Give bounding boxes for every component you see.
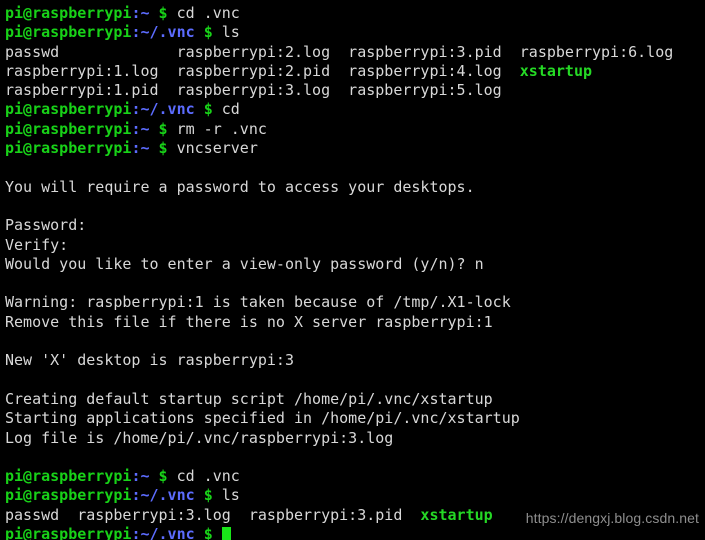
ls-entry-executable: xstartup: [519, 61, 593, 80]
prompt-user-host: pi@raspberrypi: [5, 119, 132, 138]
terminal-line: [5, 448, 705, 467]
terminal-output: pi@raspberrypi:~ $ cd .vnc pi@raspberrypi…: [5, 4, 705, 540]
command-text: cd .vnc: [167, 4, 240, 22]
prompt-path: :~/.vnc: [131, 100, 195, 119]
prompt-user-host: pi@raspberrypi: [5, 525, 132, 540]
command-text: vncserver: [167, 139, 258, 158]
output-text: Remove this file if there is no X server…: [5, 312, 493, 331]
prompt-symbol: $: [203, 525, 213, 540]
command-text: rm -r .vnc: [167, 119, 267, 138]
command-text: ls: [212, 23, 240, 42]
prompt-user-host: pi@raspberrypi: [5, 139, 132, 158]
terminal-line: Starting applications specified in /home…: [5, 409, 705, 428]
terminal-line: pi@raspberrypi:~ $ vncserver: [5, 139, 705, 158]
prompt-path: :~: [131, 4, 150, 22]
terminal-line: Log file is /home/pi/.vnc/raspberrypi:3.…: [5, 429, 705, 448]
terminal-line: You will require a password to access yo…: [5, 178, 705, 197]
terminal-line: Creating default startup script /home/pi…: [5, 390, 705, 409]
prompt-user-host: pi@raspberrypi: [5, 4, 132, 22]
output-text: Verify:: [5, 235, 69, 254]
ls-entry: passwd raspberrypi:3.log raspberrypi:3.p…: [5, 505, 421, 524]
terminal-line: Verify:: [5, 236, 705, 255]
output-text: New 'X' desktop is raspberrypi:3: [5, 351, 294, 370]
prompt-user-host: pi@raspberrypi: [5, 23, 132, 42]
output-text: Log file is /home/pi/.vnc/raspberrypi:3.…: [5, 428, 394, 447]
ls-entry: passwd raspberrypi:2.log raspberrypi:3.p…: [5, 42, 674, 61]
prompt-symbol: $: [203, 23, 213, 42]
output-text: You will require a password to access yo…: [5, 177, 475, 196]
ls-entry: raspberrypi:1.log raspberrypi:2.pid rasp…: [5, 61, 520, 80]
prompt-user-host: pi@raspberrypi: [5, 467, 132, 486]
prompt-user-host: pi@raspberrypi: [5, 100, 132, 119]
watermark-text: https://dengxj.blog.csdn.net: [525, 510, 699, 526]
terminal-line: Warning: raspberrypi:1 is taken because …: [5, 293, 705, 312]
prompt-symbol: $: [158, 119, 168, 138]
prompt-path: :~/.vnc: [131, 525, 195, 540]
output-text: Starting applications specified in /home…: [5, 409, 520, 428]
terminal-line: pi@raspberrypi:~/.vnc $ ls: [5, 23, 705, 42]
prompt-symbol: $: [158, 467, 168, 486]
command-text: [213, 525, 222, 540]
terminal-line: Password:: [5, 216, 705, 235]
prompt-symbol: $: [158, 4, 168, 22]
output-text: Creating default startup script /home/pi…: [5, 389, 493, 408]
terminal-line: raspberrypi:1.log raspberrypi:2.pid rasp…: [5, 62, 705, 81]
terminal-line: [5, 371, 705, 390]
terminal-window[interactable]: pi@raspberrypi:~ $ cd .vnc pi@raspberrypi…: [0, 0, 705, 540]
prompt-symbol: $: [203, 100, 213, 119]
prompt-symbol: $: [203, 486, 213, 505]
ls-entry: raspberrypi:1.pid raspberrypi:3.log rasp…: [5, 81, 502, 100]
terminal-line: pi@raspberrypi:~ $ cd .vnc: [5, 467, 705, 486]
terminal-line: passwd raspberrypi:2.log raspberrypi:3.p…: [5, 43, 705, 62]
command-text: cd: [212, 100, 240, 119]
prompt-path: :~: [131, 139, 150, 158]
output-text: Password:: [5, 216, 87, 235]
block-cursor: [221, 527, 231, 540]
terminal-line: pi@raspberrypi:~ $ rm -r .vnc: [5, 120, 705, 139]
terminal-line: [5, 274, 705, 293]
prompt-path: :~: [131, 467, 150, 486]
terminal-line: Would you like to enter a view-only pass…: [5, 255, 705, 274]
prompt-symbol: $: [158, 139, 168, 158]
prompt-user-host: pi@raspberrypi: [5, 486, 132, 505]
terminal-line: [5, 197, 705, 216]
command-text: cd .vnc: [167, 467, 240, 486]
terminal-line: [5, 158, 705, 177]
ls-entry-executable: xstartup: [420, 505, 493, 524]
terminal-line: [5, 332, 705, 351]
terminal-line: Remove this file if there is no X server…: [5, 313, 705, 332]
terminal-line: New 'X' desktop is raspberrypi:3: [5, 351, 705, 370]
terminal-line: raspberrypi:1.pid raspberrypi:3.log rasp…: [5, 81, 705, 100]
terminal-line: pi@raspberrypi:~/.vnc $ ls: [5, 486, 705, 505]
prompt-path: :~: [131, 119, 150, 138]
terminal-line: pi@raspberrypi:~/.vnc $ cd: [5, 100, 705, 119]
output-text: Warning: raspberrypi:1 is taken because …: [5, 293, 511, 312]
prompt-path: :~/.vnc: [131, 23, 195, 42]
terminal-line: pi@raspberrypi:~ $ cd .vnc: [5, 4, 705, 23]
output-text: Would you like to enter a view-only pass…: [5, 254, 484, 273]
command-text: ls: [212, 486, 240, 505]
prompt-path: :~/.vnc: [131, 486, 195, 505]
